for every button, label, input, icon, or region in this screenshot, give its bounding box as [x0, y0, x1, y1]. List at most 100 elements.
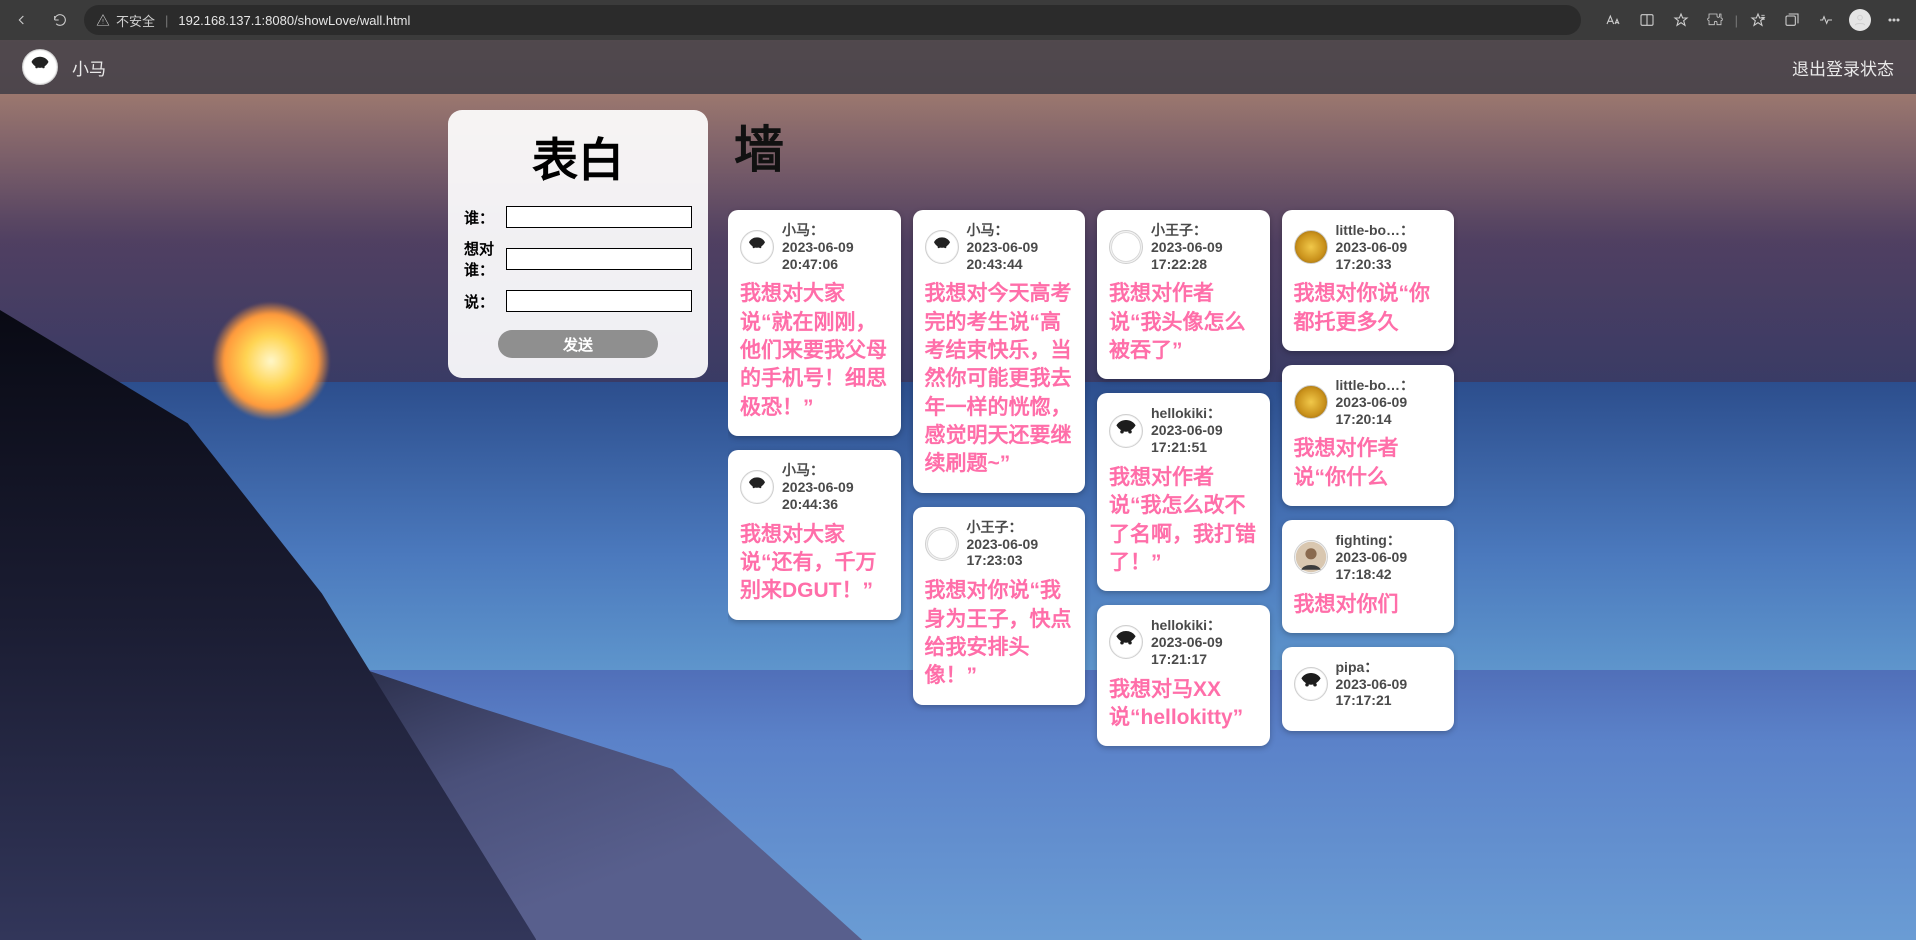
- post-date: 2023-06-09: [782, 479, 854, 496]
- post-header: 小王子2023-06-0917:23:03: [925, 519, 1074, 569]
- post-card: 小王子2023-06-0917:22:28我想对作者说“我头像怎么被吞了”: [1097, 210, 1270, 379]
- post-body: 我想对大家说“就在刚刚，他们来要我父母的手机号！细思极恐！”: [740, 280, 889, 422]
- label-say: 说：: [464, 291, 498, 312]
- post-author: hellokiki: [1151, 617, 1223, 634]
- confession-form-panel: 表白 谁： 想对谁： 说： 发送: [448, 110, 708, 378]
- logout-link[interactable]: 退出登录状态: [1792, 55, 1894, 80]
- label-to: 想对谁：: [464, 238, 498, 280]
- post-meta: 小王子2023-06-0917:23:03: [967, 519, 1039, 569]
- arrow-left-icon: [14, 12, 30, 28]
- post-card: hellokiki2023-06-0917:21:17 我想对马XX说“hello…: [1097, 605, 1270, 746]
- star-list-icon: [1750, 12, 1766, 28]
- address-separator: |: [165, 13, 168, 28]
- post-author: 小马: [967, 222, 1039, 239]
- post-header: 小马2023-06-0920:44:36: [740, 462, 889, 512]
- post-card: 小马2023-06-0920:44:36 我想对大家说“还有，千万别来DGUT！”: [728, 450, 901, 619]
- post-time: 17:21:17: [1151, 651, 1223, 668]
- post-meta: pipa2023-06-0917:17:21: [1336, 659, 1408, 709]
- split-button[interactable]: [1633, 6, 1661, 34]
- post-author: hellokiki: [1151, 405, 1223, 422]
- post-date: 2023-06-09: [1151, 239, 1223, 256]
- post-author: fighting: [1336, 532, 1408, 549]
- post-date: 2023-06-09: [782, 239, 854, 256]
- refresh-button[interactable]: [46, 6, 74, 34]
- wall-scroll[interactable]: 墙 小马2023-06-0920:47:06 我想对大家说“就在刚刚，他们来要我父…: [728, 110, 1458, 940]
- post-header: 小马2023-06-0920:47:06: [740, 222, 889, 272]
- topbar-user: 小马: [22, 49, 106, 85]
- post-body: 我想对马XX说“hellokitty”: [1109, 676, 1258, 733]
- post-card: 小马2023-06-0920:47:06 我想对大家说“就在刚刚，他们来要我父母的…: [728, 210, 901, 436]
- wall-section: 墙 小马2023-06-0920:47:06 我想对大家说“就在刚刚，他们来要我父…: [728, 110, 1468, 940]
- post-body: 我想对大家说“还有，千万别来DGUT！”: [740, 521, 889, 606]
- post-header: hellokiki2023-06-0917:21:51: [1109, 405, 1258, 455]
- browser-toolbar: 不安全 | 192.168.137.1:8080/showLove/wall.h…: [0, 0, 1916, 40]
- post-meta: little-bo…2023-06-0917:20:14: [1336, 377, 1415, 427]
- post-header: 小马2023-06-0920:43:44: [925, 222, 1074, 272]
- favorite-button[interactable]: [1667, 6, 1695, 34]
- post-meta: 小马2023-06-0920:43:44: [967, 222, 1039, 272]
- post-date: 2023-06-09: [1336, 239, 1415, 256]
- post-time: 17:18:42: [1336, 566, 1408, 583]
- input-who[interactable]: [506, 206, 692, 228]
- post-time: 17:20:14: [1336, 411, 1415, 428]
- post-date: 2023-06-09: [967, 536, 1039, 553]
- wall-columns: 小马2023-06-0920:47:06 我想对大家说“就在刚刚，他们来要我父母的…: [728, 210, 1454, 760]
- profile-button[interactable]: [1846, 6, 1874, 34]
- insecure-label: 不安全: [116, 11, 155, 30]
- wall-title: 墙: [734, 110, 1454, 182]
- app-topbar: 小马 退出登录状态: [0, 40, 1916, 94]
- post-card: fighting2023-06-0917:18:42我想对你们: [1282, 520, 1455, 633]
- form-row-to: 想对谁：: [464, 238, 692, 280]
- post-author: pipa: [1336, 659, 1408, 676]
- post-avatar: [925, 527, 959, 561]
- post-header: little-bo…2023-06-0917:20:14: [1294, 377, 1443, 427]
- post-avatar: [1294, 385, 1328, 419]
- post-avatar: [925, 230, 959, 264]
- post-header: pipa2023-06-0917:17:21: [1294, 659, 1443, 709]
- post-avatar: [1294, 667, 1328, 701]
- post-avatar: [1109, 414, 1143, 448]
- post-header: little-bo…2023-06-0917:20:33: [1294, 222, 1443, 272]
- input-to[interactable]: [506, 248, 692, 270]
- post-meta: hellokiki2023-06-0917:21:51: [1151, 405, 1223, 455]
- post-time: 20:43:44: [967, 256, 1039, 273]
- post-card: little-bo…2023-06-0917:20:33 我想对你说“你都托更多久: [1282, 210, 1455, 351]
- post-card: pipa2023-06-0917:17:21: [1282, 647, 1455, 731]
- post-body: 我想对你说“你都托更多久: [1294, 280, 1443, 337]
- post-time: 20:44:36: [782, 496, 854, 513]
- post-avatar: [1294, 230, 1328, 264]
- user-avatar[interactable]: [22, 49, 58, 85]
- post-author: 小马: [782, 462, 854, 479]
- post-author: 小王子: [1151, 222, 1223, 239]
- toolbar-separator: |: [1735, 13, 1738, 28]
- form-row-who: 谁：: [464, 206, 692, 228]
- favorites-list-button[interactable]: [1744, 6, 1772, 34]
- more-button[interactable]: [1880, 6, 1908, 34]
- performance-button[interactable]: [1812, 6, 1840, 34]
- extensions-button[interactable]: [1701, 6, 1729, 34]
- send-button[interactable]: 发送: [498, 330, 658, 358]
- collections-icon: [1784, 12, 1800, 28]
- post-avatar: [740, 230, 774, 264]
- post-card: 小马2023-06-0920:43:44我想对今天高考完的考生说“高考结束快乐，…: [913, 210, 1086, 493]
- text-size-icon: [1605, 12, 1621, 28]
- address-bar[interactable]: 不安全 | 192.168.137.1:8080/showLove/wall.h…: [84, 5, 1581, 35]
- post-author: 小马: [782, 222, 854, 239]
- post-meta: fighting2023-06-0917:18:42: [1336, 532, 1408, 582]
- post-meta: hellokiki2023-06-0917:21:17: [1151, 617, 1223, 667]
- post-body: 我想对作者说“我怎么改不了名啊，我打错了！”: [1109, 464, 1258, 577]
- profile-avatar: [1849, 9, 1871, 31]
- post-avatar: [1109, 625, 1143, 659]
- post-meta: 小马2023-06-0920:44:36: [782, 462, 854, 512]
- post-author: little-bo…: [1336, 377, 1415, 394]
- post-date: 2023-06-09: [1151, 634, 1223, 651]
- form-row-say: 说：: [464, 290, 692, 312]
- post-time: 17:23:03: [967, 552, 1039, 569]
- read-aloud-button[interactable]: [1599, 6, 1627, 34]
- back-button[interactable]: [8, 6, 36, 34]
- collections-button[interactable]: [1778, 6, 1806, 34]
- puzzle-icon: [1707, 12, 1723, 28]
- post-header: fighting2023-06-0917:18:42: [1294, 532, 1443, 582]
- refresh-icon: [52, 12, 68, 28]
- input-say[interactable]: [506, 290, 692, 312]
